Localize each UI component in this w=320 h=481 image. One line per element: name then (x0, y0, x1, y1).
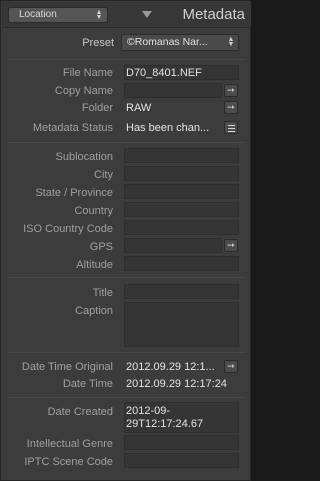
up-down-arrows-icon: ▲ ▼ (227, 36, 235, 48)
preset-value: ©Romanas Nar... (127, 36, 208, 48)
copy-name-label: Copy Name (54, 85, 113, 97)
city-field[interactable] (124, 166, 239, 181)
altitude-label: Altitude (76, 259, 113, 271)
panel-title[interactable]: Metadata (182, 5, 245, 25)
title-label: Title (92, 287, 113, 299)
gps-label: GPS (89, 241, 113, 253)
collapse-triangle-icon[interactable] (142, 11, 152, 18)
metadata-status-value: Has been chan... (126, 122, 210, 134)
metadata-view-select[interactable]: Location ▲ ▼ (8, 7, 108, 23)
date-time-value: 2012.09.29 12:17:24 (126, 378, 227, 390)
altitude-field[interactable] (124, 256, 239, 271)
metadata-status-label: Metadata Status (32, 122, 113, 134)
state-province-field[interactable] (124, 184, 239, 199)
copy-name-field[interactable] (124, 83, 222, 98)
divider (7, 277, 246, 278)
iptc-scene-code-field[interactable] (124, 453, 239, 468)
right-arrow-icon[interactable]: ➙ (224, 101, 238, 114)
divider (7, 352, 246, 353)
date-created-value-line2: 29T12:17:24.67 (126, 418, 204, 430)
state-province-label: State / Province (35, 187, 113, 199)
view-select-value: Location (19, 9, 57, 20)
right-arrow-icon[interactable]: ➙ (224, 360, 238, 373)
iptc-scene-code-label: IPTC Scene Code (24, 456, 113, 468)
date-time-original-label: Date Time Original (21, 361, 113, 373)
sublocation-label: Sublocation (55, 151, 114, 163)
list-icon[interactable] (224, 121, 238, 134)
up-down-arrows-icon: ▲ ▼ (95, 9, 103, 21)
divider (7, 59, 246, 60)
file-name-value: D70_8401.NEF (126, 67, 202, 79)
iso-country-code-label: ISO Country Code (23, 223, 113, 235)
folder-value: RAW (126, 102, 152, 114)
right-arrow-icon[interactable]: ➙ (224, 239, 238, 252)
caption-field[interactable] (124, 302, 239, 347)
preset-label: Preset (82, 37, 114, 49)
gps-field[interactable] (124, 238, 222, 253)
city-label: City (94, 169, 113, 181)
title-field[interactable] (124, 284, 239, 299)
sublocation-field[interactable] (124, 148, 239, 163)
caption-label: Caption (75, 305, 113, 317)
intellectual-genre-label: Intellectual Genre (26, 438, 113, 450)
intellectual-genre-field[interactable] (124, 435, 239, 450)
date-time-label: Date Time (62, 378, 113, 390)
file-name-label: File Name (62, 67, 113, 79)
divider (7, 142, 246, 143)
iso-country-code-field[interactable] (124, 220, 239, 235)
country-field[interactable] (124, 202, 239, 217)
metadata-panel: Location ▲ ▼ Metadata Preset ©Romanas Nar… (0, 0, 251, 481)
date-time-original-value: 2012.09.29 12:1... (126, 361, 215, 373)
folder-label: Folder (81, 102, 113, 114)
country-label: Country (74, 205, 113, 217)
panel-header: Location ▲ ▼ Metadata (2, 2, 251, 28)
date-created-value-line1: 2012-09- (126, 405, 171, 417)
preset-select[interactable]: ©Romanas Nar... ▲ ▼ (121, 34, 239, 51)
divider (7, 397, 246, 398)
date-created-label: Date Created (47, 406, 113, 418)
right-arrow-icon[interactable]: ➙ (224, 84, 238, 97)
